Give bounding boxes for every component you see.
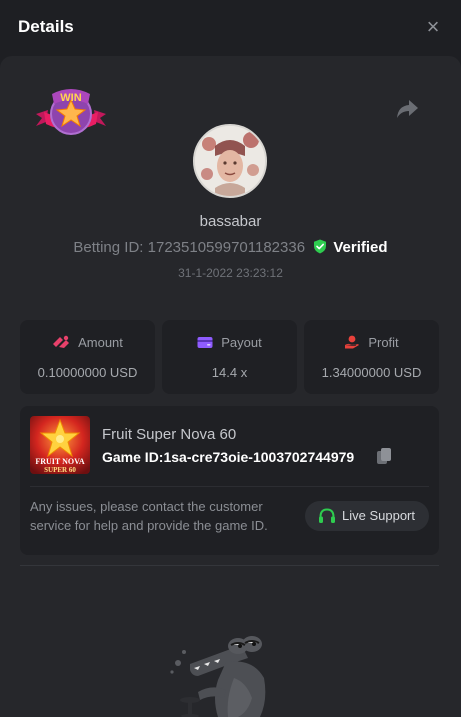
support-message: Any issues, please contact the customer … <box>30 499 268 533</box>
stat-payout-value: 14.4 x <box>211 365 248 380</box>
modal-header: Details × <box>0 0 461 56</box>
headset-icon <box>319 508 335 523</box>
card-divider <box>30 486 429 487</box>
stat-payout-label: Payout <box>221 335 262 350</box>
live-support-button[interactable]: Live Support <box>305 501 429 531</box>
crocodile-mascot-icon <box>170 636 266 717</box>
thumb-title-line1: FRUIT NOVA <box>35 457 84 466</box>
betting-id-label: Betting ID: <box>73 239 144 256</box>
win-badge-text: WIN <box>60 92 81 104</box>
hand-coin-icon <box>345 335 360 349</box>
live-support-label: Live Support <box>342 508 415 523</box>
modal-title: Details <box>18 17 74 36</box>
stat-profit-value: 1.34000000 USD <box>321 365 422 380</box>
bet-timestamp: 31-1-2022 23:23:12 <box>178 266 283 280</box>
game-card: FRUIT NOVA SUPER 60 Fruit Super Nova 60 … <box>20 406 439 555</box>
section-divider <box>20 565 439 566</box>
copy-icon[interactable] <box>376 447 392 465</box>
win-badge-icon: WIN <box>36 89 106 135</box>
betting-id-value: 1723510599701182336 <box>147 239 306 256</box>
shield-check-icon <box>314 239 327 254</box>
thumb-title-line2: SUPER 60 <box>44 466 76 474</box>
coins-icon <box>53 335 70 348</box>
betting-id-row: Betting ID: 1723510599701182336 Verified <box>0 239 461 256</box>
avatar <box>193 124 267 198</box>
username: bassabar <box>199 213 262 230</box>
details-modal: Details × WIN bassabar Betting ID: 17235… <box>0 0 461 717</box>
stat-amount: Amount 0.10000000 USD <box>20 320 155 394</box>
wallet-icon <box>197 337 213 348</box>
stat-amount-value: 0.10000000 USD <box>37 365 138 380</box>
game-thumbnail[interactable]: FRUIT NOVA SUPER 60 <box>30 416 90 474</box>
share-icon[interactable] <box>395 98 419 120</box>
stat-profit-label: Profit <box>368 335 399 350</box>
game-id: Game ID:1sa-cre73oie-1003702744979 <box>102 449 355 465</box>
game-name[interactable]: Fruit Super Nova 60 <box>102 426 236 443</box>
close-icon[interactable]: × <box>423 16 443 38</box>
stat-profit: Profit 1.34000000 USD <box>304 320 439 394</box>
details-panel: WIN bassabar Betting ID: 172351059970118… <box>0 56 461 717</box>
stat-amount-label: Amount <box>78 335 123 350</box>
stat-payout: Payout 14.4 x <box>162 320 297 394</box>
verified-label: Verified <box>333 239 388 256</box>
